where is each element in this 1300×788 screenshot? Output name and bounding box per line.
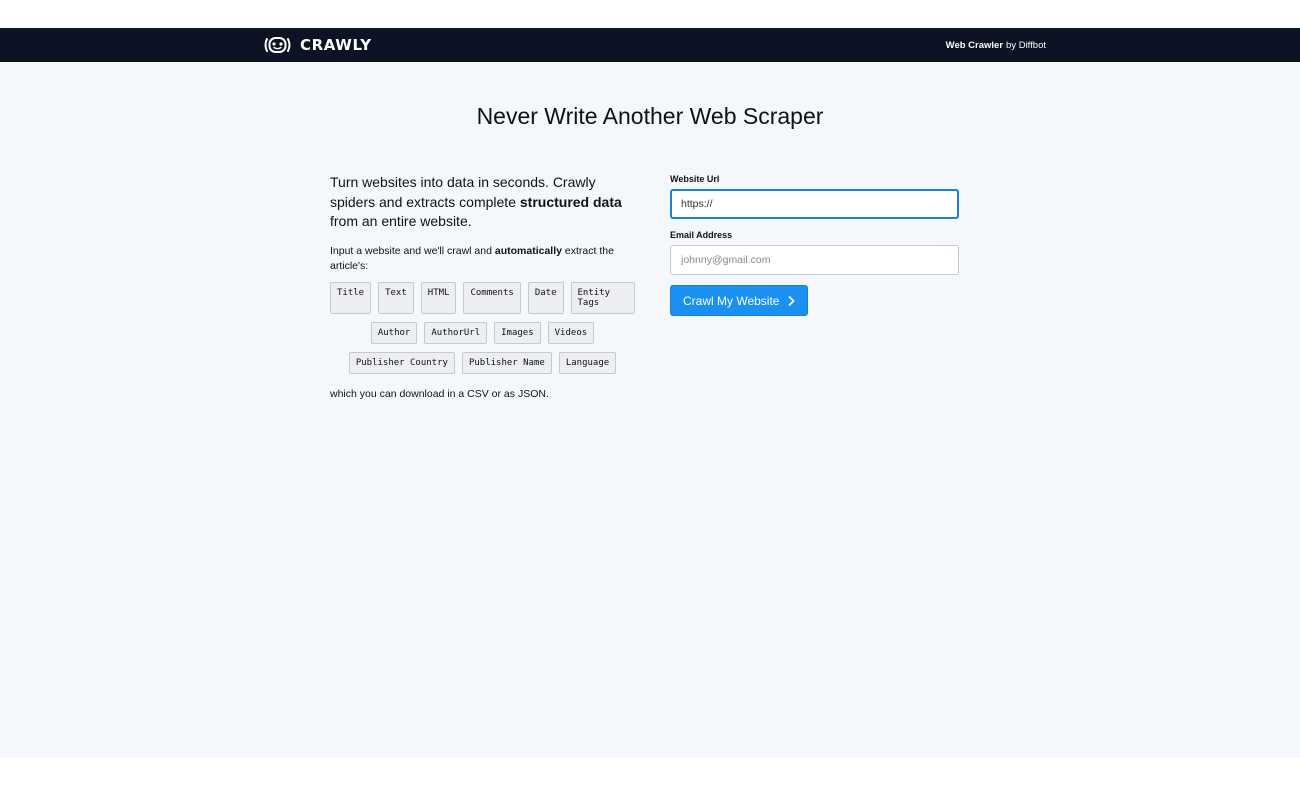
product-name: Web Crawler — [945, 39, 1004, 51]
intro-sub-text: Input a website and we'll crawl and — [330, 244, 495, 257]
tag-row: Title Text HTML Comments Date Entity Tag… — [330, 281, 635, 314]
website-url-label: Website Url — [670, 174, 720, 184]
page: CRAWLY Web Crawler by Diffbot Never Writ… — [0, 0, 1300, 788]
field-tag-images: Images — [494, 321, 541, 344]
intro-sub: Input a website and we'll crawl and auto… — [330, 244, 635, 274]
intro-sub-highlight: automatically — [494, 244, 562, 257]
field-tag-comments: Comments — [463, 281, 521, 314]
field-tag-date: Date — [527, 281, 564, 314]
crawl-form: Website Url Email Address Crawl My Websi… — [670, 174, 960, 316]
field-tag-entity-tags: Entity Tags — [570, 281, 635, 314]
field-tag-author-url: AuthorUrl — [424, 321, 488, 344]
product-attribution-link[interactable]: Web Crawler by Diffbot — [946, 28, 1046, 62]
brand-logo-link[interactable]: CRAWLY — [263, 28, 372, 62]
email-address-input[interactable] — [670, 245, 959, 275]
page-title: Never Write Another Web Scraper — [476, 103, 824, 129]
crawl-my-website-button[interactable]: Crawl My Website — [670, 285, 809, 316]
tag-row: Publisher Country Publisher Name Languag… — [348, 351, 617, 374]
field-tag-language: Language — [558, 351, 617, 374]
intro-lead: Turn websites into data in seconds. Craw… — [330, 173, 635, 232]
website-url-input[interactable] — [670, 189, 959, 219]
chevron-right-icon — [789, 295, 795, 306]
field-tag-videos: Videos — [547, 321, 595, 344]
intro-lead-text-end: from an entire website. — [330, 213, 472, 229]
intro-lead-highlight: structured data — [519, 193, 622, 210]
field-tag-html: HTML — [420, 281, 457, 314]
intro-section: Turn websites into data in seconds. Craw… — [330, 173, 635, 400]
download-note: which you can download in a CSV or as JS… — [330, 387, 549, 400]
robot-face-icon — [264, 37, 291, 53]
field-tag-publisher-name: Publisher Name — [461, 351, 552, 374]
product-company: by Diffbot — [1006, 39, 1046, 51]
extracted-fields-list: Title Text HTML Comments Date Entity Tag… — [330, 281, 635, 374]
field-tag-author: Author — [370, 321, 418, 344]
brand-name: CRAWLY — [300, 36, 372, 54]
main-content: Never Write Another Web Scraper Turn web… — [0, 62, 1300, 758]
field-tag-text: Text — [378, 281, 414, 314]
top-navbar: CRAWLY Web Crawler by Diffbot — [0, 28, 1300, 62]
email-address-label: Email Address — [670, 230, 733, 240]
field-tag-publisher-country: Publisher Country — [348, 351, 455, 374]
field-tag-title: Title — [330, 281, 372, 314]
crawl-button-label: Crawl My Website — [683, 293, 780, 308]
tag-row: Author AuthorUrl Images Videos — [370, 321, 595, 344]
